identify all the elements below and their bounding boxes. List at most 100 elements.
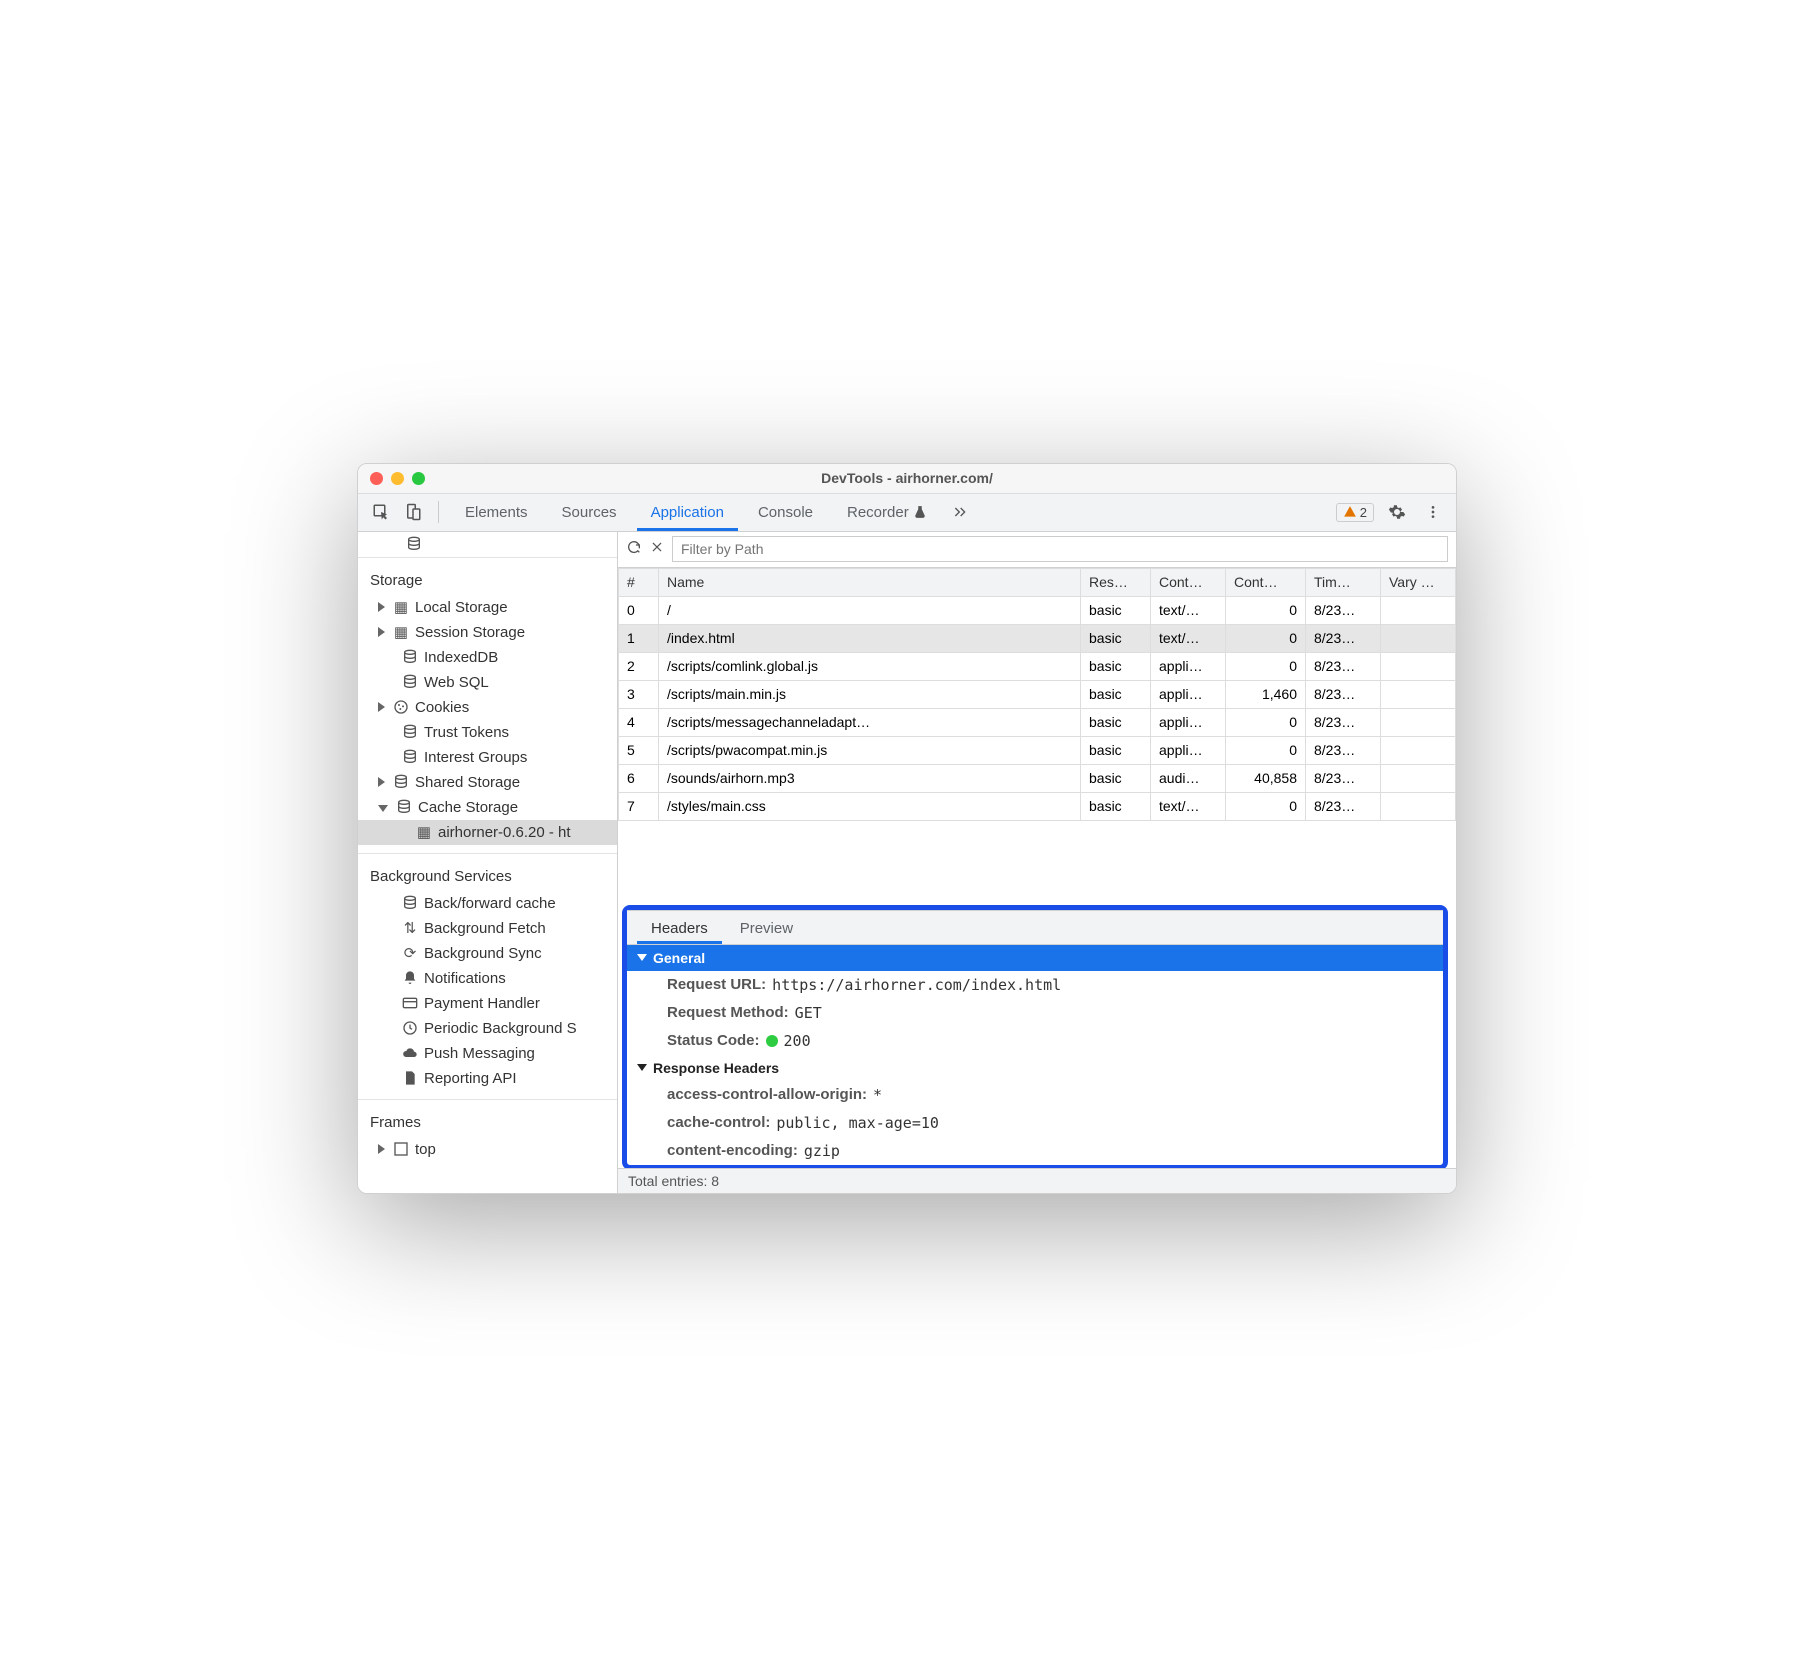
sidebar-item-storage-overview[interactable]: Storage [358,532,617,558]
minimize-window-button[interactable] [391,472,404,485]
tab-console[interactable]: Console [744,493,827,531]
inspect-icon[interactable] [368,499,394,525]
entry-detail-panel: Headers Preview General Request URL:http… [627,910,1443,1165]
cookie-icon [393,699,409,715]
database-icon [406,536,422,552]
sidebar-item-push-messaging[interactable]: Push Messaging [358,1041,617,1066]
sidebar-item-background-fetch[interactable]: ⇅Background Fetch [358,916,617,941]
col-content-length[interactable]: Cont… [1226,568,1306,596]
filter-bar [618,532,1456,568]
detail-tab-preview[interactable]: Preview [726,913,807,944]
maximize-window-button[interactable] [412,472,425,485]
header-cache-control: cache-control:public, max-age=10 [627,1109,1443,1137]
database-icon [396,799,412,815]
grid-icon: ▦ [393,624,409,640]
sidebar-item-websql[interactable]: Web SQL [358,670,617,695]
database-icon [402,649,418,665]
sidebar-item-cookies[interactable]: Cookies [358,695,617,720]
clock-icon [402,1020,418,1036]
sidebar-item-session-storage[interactable]: ▦Session Storage [358,620,617,645]
traffic-lights [370,472,425,485]
settings-icon[interactable] [1384,499,1410,525]
table-row[interactable]: 5/scripts/pwacompat.min.jsbasicappli…08/… [619,736,1456,764]
application-sidebar: Storage Storage ▦Local Storage ▦Session … [358,532,618,1193]
col-content-type[interactable]: Cont… [1151,568,1226,596]
sidebar-item-interest-groups[interactable]: Interest Groups [358,745,617,770]
table-row[interactable]: 0/basictext/…08/23… [619,596,1456,624]
sidebar-item-trust-tokens[interactable]: Trust Tokens [358,720,617,745]
col-index[interactable]: # [619,568,659,596]
sidebar-item-indexeddb[interactable]: IndexedDB [358,645,617,670]
tab-application[interactable]: Application [637,493,738,531]
divider [438,501,439,523]
table-header-row: # Name Res… Cont… Cont… Tim… Vary … [619,568,1456,596]
devtools-window: DevTools - airhorner.com/ Elements Sourc… [357,463,1457,1194]
grid-icon: ▦ [393,599,409,615]
database-icon [393,774,409,790]
status-code-row: Status Code:200 [627,1027,1443,1055]
sidebar-item-shared-storage[interactable]: Shared Storage [358,770,617,795]
tab-recorder[interactable]: Recorder [833,493,941,531]
table-row[interactable]: 6/sounds/airhorn.mp3basicaudi…40,8588/23… [619,764,1456,792]
sidebar-item-cache-storage[interactable]: Cache Storage [358,795,617,820]
header-content-encoding: content-encoding:gzip [627,1137,1443,1165]
close-window-button[interactable] [370,472,383,485]
main-panel: # Name Res… Cont… Cont… Tim… Vary … 0/ba… [618,532,1456,1193]
sidebar-item-reporting-api[interactable]: Reporting API [358,1066,617,1091]
status-dot-icon [766,1035,778,1047]
warning-icon [1343,505,1357,519]
database-icon [402,674,418,690]
storage-heading: Storage [358,566,617,595]
sidebar-item-local-storage[interactable]: ▦Local Storage [358,595,617,620]
database-icon [402,749,418,765]
col-name[interactable]: Name [659,568,1081,596]
table-row[interactable]: 7/styles/main.cssbasictext/…08/23… [619,792,1456,820]
table-row[interactable]: 3/scripts/main.min.jsbasicappli…1,4608/2… [619,680,1456,708]
tab-sources[interactable]: Sources [548,493,631,531]
col-time[interactable]: Tim… [1306,568,1381,596]
response-headers-section-header[interactable]: Response Headers [627,1055,1443,1081]
sync-icon: ⟳ [402,945,418,961]
sidebar-item-bfcache[interactable]: Back/forward cache [358,891,617,916]
table-row[interactable]: 4/scripts/messagechanneladapt…basicappli… [619,708,1456,736]
background-services-heading: Background Services [358,862,617,891]
filter-input[interactable] [672,536,1448,562]
titlebar: DevTools - airhorner.com/ [358,464,1456,494]
kebab-menu-icon[interactable] [1420,499,1446,525]
header-acao: access-control-allow-origin:* [627,1081,1443,1109]
entries-footer: Total entries: 8 [618,1168,1456,1193]
refresh-icon[interactable] [626,539,642,560]
table-row[interactable]: 2/scripts/comlink.global.jsbasicappli…08… [619,652,1456,680]
issues-badge[interactable]: 2 [1336,503,1374,522]
sidebar-item-notifications[interactable]: Notifications [358,966,617,991]
table-row[interactable]: 1/index.htmlbasictext/…08/23… [619,624,1456,652]
clear-icon[interactable] [650,540,664,559]
highlighted-detail-region: Headers Preview General Request URL:http… [622,905,1448,1170]
col-response[interactable]: Res… [1081,568,1151,596]
device-toggle-icon[interactable] [400,499,426,525]
sidebar-item-periodic-bg-sync[interactable]: Periodic Background S [358,1016,617,1041]
main-tabstrip: Elements Sources Application Console Rec… [358,494,1456,532]
sidebar-item-frame-top[interactable]: top [358,1137,617,1162]
document-icon [402,1070,418,1086]
detail-tab-headers[interactable]: Headers [637,913,722,944]
frames-heading: Frames [358,1108,617,1137]
request-method-row: Request Method:GET [627,999,1443,1027]
credit-card-icon [402,995,418,1011]
cache-entries-table: # Name Res… Cont… Cont… Tim… Vary … 0/ba… [618,568,1456,901]
database-icon [402,895,418,911]
database-icon [402,724,418,740]
transfer-icon: ⇅ [402,920,418,936]
bell-icon [402,970,418,986]
window-title: DevTools - airhorner.com/ [821,470,993,486]
general-section-header[interactable]: General [627,945,1443,971]
grid-icon: ▦ [416,824,432,840]
sidebar-item-background-sync[interactable]: ⟳Background Sync [358,941,617,966]
col-vary[interactable]: Vary … [1381,568,1456,596]
detail-tabs: Headers Preview [627,911,1443,945]
tab-elements[interactable]: Elements [451,493,542,531]
sidebar-item-cache-entry[interactable]: ▦airhorner-0.6.20 - ht [358,820,617,845]
sidebar-item-payment-handler[interactable]: Payment Handler [358,991,617,1016]
more-tabs-icon[interactable] [947,499,973,525]
flask-icon [913,505,927,519]
